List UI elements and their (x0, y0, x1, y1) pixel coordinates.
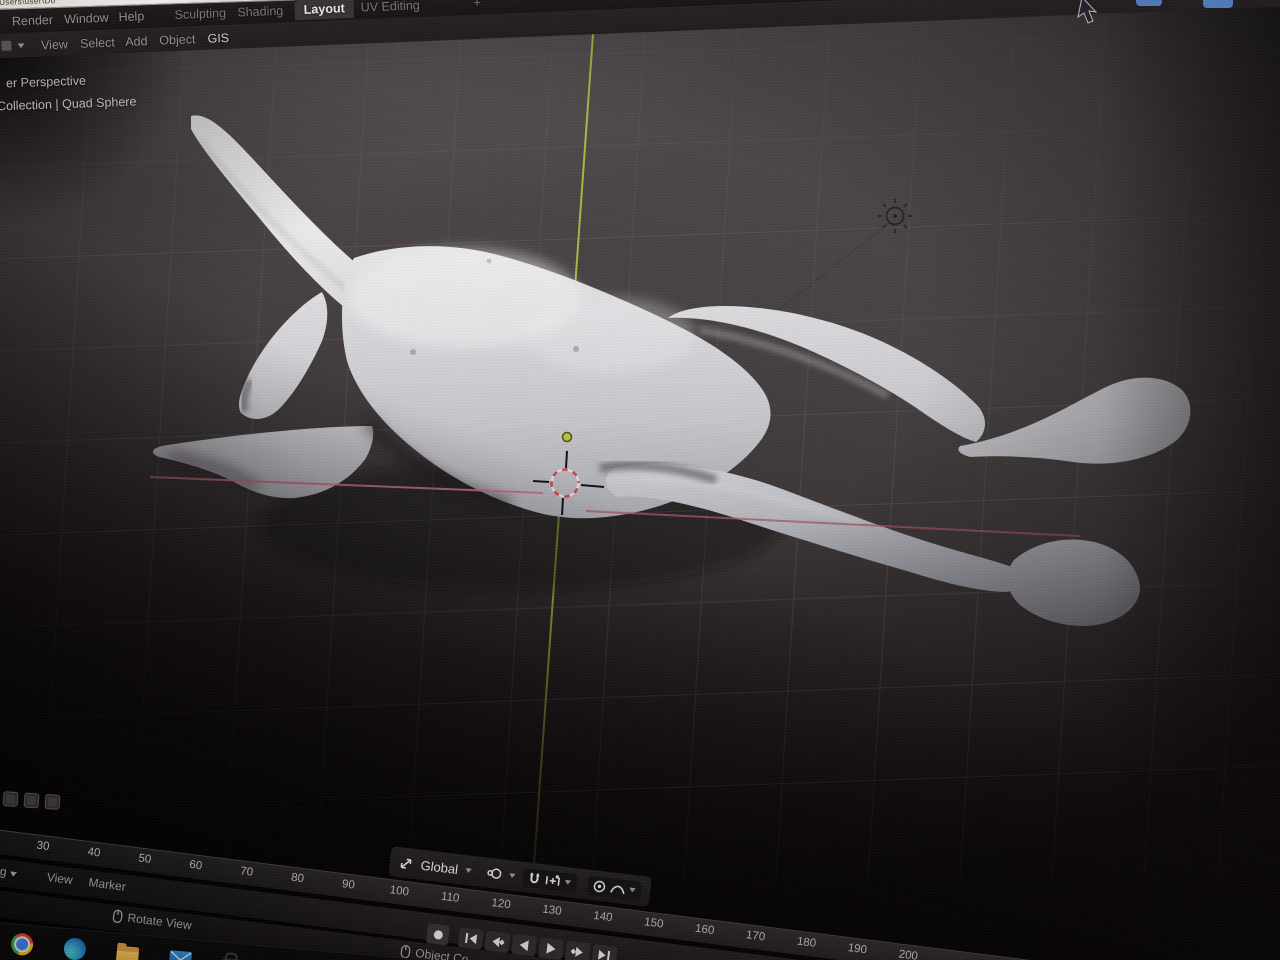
frame-number: 110 (440, 890, 461, 905)
mail-icon[interactable] (168, 950, 193, 960)
next-keyframe-button[interactable] (564, 940, 591, 960)
frame-number: 90 (341, 878, 356, 892)
menu-select[interactable]: Select (80, 36, 115, 51)
frame-number: 140 (592, 909, 614, 925)
mode-chevron-down-icon[interactable] (17, 43, 24, 48)
timeline-menu-view[interactable]: View (46, 870, 73, 887)
origin-dot (561, 431, 573, 443)
auto-key-record-button[interactable] (425, 923, 451, 946)
mouse-icon (112, 909, 123, 924)
chrome-icon[interactable] (10, 932, 35, 957)
monitor-photo: Users\user\Do Render Window Help Sculpti… (0, 0, 1280, 960)
topbar-blue-button-2[interactable] (1203, 0, 1233, 8)
menu-object[interactable]: Object (159, 33, 196, 48)
tab-sculpting[interactable]: Sculpting (174, 5, 226, 21)
editor-type-icon[interactable] (1, 40, 12, 52)
orientation-chevron-down-icon[interactable] (465, 867, 473, 873)
falloff-chevron-down-icon[interactable] (629, 887, 637, 893)
frame-number: 60 (188, 858, 203, 873)
jump-to-end-button[interactable] (591, 944, 618, 960)
mouse-cursor-icon (1077, 0, 1098, 24)
frame-number: 120 (490, 897, 512, 912)
frame-number: 150 (643, 916, 665, 931)
timeline-menu-fragment[interactable]: ng (0, 863, 18, 880)
timeline-menu-marker[interactable]: Marker (88, 875, 127, 894)
frame-number: 180 (796, 935, 817, 950)
pivot-chevron-down-icon[interactable] (508, 873, 516, 879)
frame-number: 170 (745, 929, 766, 944)
menu-view[interactable]: View (41, 38, 68, 53)
snap-target-icon[interactable] (544, 873, 561, 888)
menu-add[interactable]: Add (125, 35, 148, 50)
frame-number: 70 (239, 865, 254, 879)
frame-number: 130 (541, 903, 563, 918)
frame-number: 50 (137, 852, 152, 866)
editor-icon-3[interactable] (44, 793, 61, 810)
camera-wireframe[interactable] (1110, 822, 1251, 926)
editor-icon-1[interactable] (2, 791, 19, 808)
topbar-blue-button[interactable] (1136, 0, 1162, 6)
add-workspace-button[interactable]: + (473, 0, 481, 10)
proportional-editing-icon[interactable] (591, 879, 606, 894)
pivot-point-icon[interactable] (484, 865, 503, 881)
frame-number: 80 (290, 871, 305, 886)
frame-number: 100 (389, 884, 410, 899)
status-hint-rotate-view: Rotate View (112, 909, 192, 932)
tab-shading[interactable]: Shading (237, 3, 283, 19)
magnet-snap-icon[interactable] (527, 871, 541, 885)
viewport-perspective-label: er Perspective (5, 73, 87, 91)
sculpted-body-model[interactable] (152, 115, 1191, 626)
menu-render[interactable]: Render (12, 12, 54, 28)
edge-icon[interactable] (62, 937, 87, 960)
orientation-dropdown[interactable]: Global (420, 857, 459, 876)
frame-number: 200 (897, 948, 919, 960)
viewport-canvas[interactable] (0, 0, 1280, 960)
editor-icon-2[interactable] (23, 792, 40, 809)
snap-chevron-down-icon[interactable] (564, 879, 572, 885)
frame-number: 190 (847, 942, 868, 957)
menu-gis[interactable]: GIS (207, 31, 229, 46)
falloff-curve-icon[interactable] (609, 881, 625, 895)
frame-number: 40 (86, 845, 102, 860)
menu-help[interactable]: Help (118, 9, 144, 24)
file-explorer-icon[interactable] (115, 945, 140, 960)
tab-uv-editing[interactable]: UV Editing (360, 0, 420, 14)
menu-window[interactable]: Window (64, 10, 109, 26)
transform-orientation-icon[interactable] (398, 855, 415, 872)
tab-layout[interactable]: Layout (294, 0, 355, 20)
frame-number: 160 (694, 922, 715, 938)
frame-number: 30 (35, 839, 51, 854)
